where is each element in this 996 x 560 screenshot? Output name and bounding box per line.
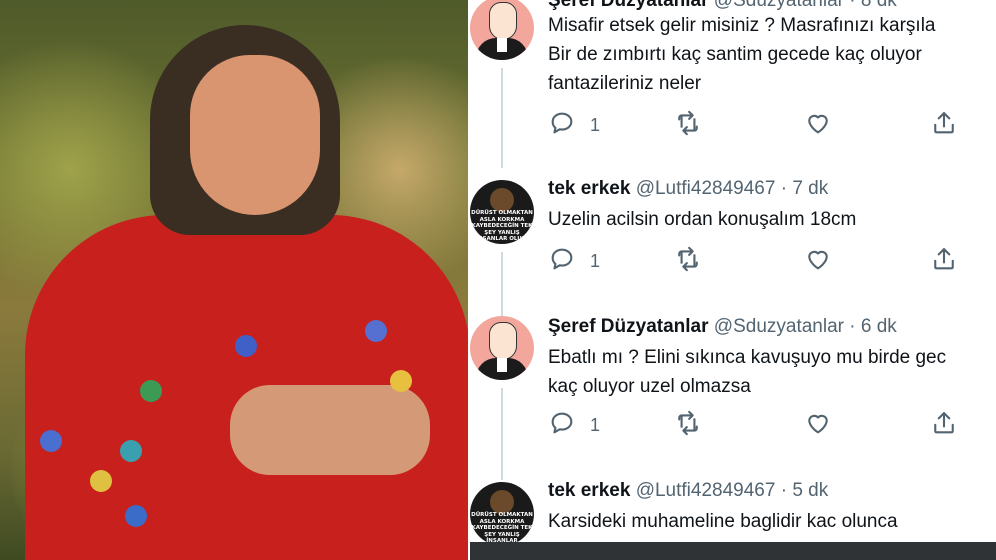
share-button[interactable] bbox=[930, 246, 958, 276]
tweet-header: tek erkek @Lutfi42849467 · 5 dk bbox=[548, 480, 828, 502]
tweet-text-line: kaç oluyor uzel olmazsa bbox=[548, 376, 751, 397]
tweet-text-line: Ebatlı mı ? Elini sıkınca kavuşuyo mu bi… bbox=[548, 347, 947, 368]
avatar[interactable] bbox=[470, 0, 534, 60]
avatar-caricature-collar bbox=[497, 358, 507, 372]
like-button[interactable] bbox=[804, 110, 832, 140]
tweet-actions: 1 bbox=[548, 246, 988, 276]
hands bbox=[230, 385, 430, 475]
retweet-button[interactable] bbox=[674, 410, 702, 440]
avatar-figure bbox=[490, 188, 514, 212]
retweet-icon bbox=[674, 409, 702, 442]
thread-line bbox=[501, 68, 503, 168]
tweet-header: tek erkek @Lutfi42849467 · 7 dk bbox=[548, 178, 828, 200]
avatar[interactable]: DÜRÜST OLMAKTAN ASLA KORKMA KAYBEDECEĞİN… bbox=[470, 180, 534, 244]
face bbox=[190, 55, 320, 215]
tweet-text-line: fantazileriniz neler bbox=[548, 73, 702, 94]
avatar-caricature-head bbox=[489, 2, 517, 40]
like-icon bbox=[804, 109, 832, 142]
tweet-text-line: Karsideki muhameline baglidir kac olunca bbox=[548, 511, 898, 532]
bottom-bar bbox=[470, 542, 996, 560]
like-icon bbox=[804, 409, 832, 442]
username[interactable]: @Sduzyatanlar bbox=[714, 316, 844, 337]
share-button[interactable] bbox=[930, 110, 958, 140]
reply-button[interactable]: 1 bbox=[548, 410, 600, 440]
reply-icon bbox=[548, 409, 576, 442]
share-icon bbox=[930, 245, 958, 278]
reply-icon bbox=[548, 109, 576, 142]
dress-flower bbox=[90, 470, 112, 492]
timestamp[interactable]: 5 dk bbox=[792, 480, 828, 501]
separator-dot: · bbox=[849, 0, 856, 11]
retweet-button[interactable] bbox=[674, 110, 702, 140]
timestamp[interactable]: 7 dk bbox=[792, 178, 828, 199]
dress-flower bbox=[120, 440, 142, 462]
retweet-icon bbox=[674, 109, 702, 142]
username[interactable]: @Lutfi42849467 bbox=[636, 178, 776, 199]
share-button[interactable] bbox=[930, 410, 958, 440]
display-name[interactable]: tek erkek bbox=[548, 480, 630, 501]
reply-button[interactable]: 1 bbox=[548, 246, 600, 276]
retweet-icon bbox=[674, 245, 702, 278]
dress-flower bbox=[140, 380, 162, 402]
reply-count: 1 bbox=[590, 250, 601, 271]
tweet-actions: 1 bbox=[548, 410, 988, 440]
separator-dot: · bbox=[780, 178, 788, 199]
dress-flower bbox=[235, 335, 257, 357]
avatar[interactable] bbox=[470, 316, 534, 380]
tweet-text-line: Uzelin acilsin ordan konuşalım 18cm bbox=[548, 209, 857, 230]
like-icon bbox=[804, 245, 832, 278]
username[interactable]: @Lutfi42849467 bbox=[636, 480, 776, 501]
username[interactable]: @Sduzyatanlar bbox=[714, 0, 844, 11]
retweet-button[interactable] bbox=[674, 246, 702, 276]
avatar-figure bbox=[490, 490, 514, 514]
dress-flower bbox=[390, 370, 412, 392]
display-name[interactable]: Şeref Düzyatanlar bbox=[548, 0, 709, 11]
thread-line bbox=[501, 252, 503, 318]
reply-icon bbox=[548, 245, 576, 278]
separator-dot: · bbox=[849, 316, 856, 337]
dress-flower bbox=[365, 320, 387, 342]
reply-count: 1 bbox=[590, 414, 601, 435]
tweet-text-line: Misafir etsek gelir misiniz ? Masrafınız… bbox=[548, 15, 936, 36]
dress-flower bbox=[125, 505, 147, 527]
avatar-caricature-head bbox=[489, 322, 517, 360]
reply-button[interactable]: 1 bbox=[548, 110, 600, 140]
share-icon bbox=[930, 409, 958, 442]
avatar-caricature-collar bbox=[497, 38, 507, 52]
like-button[interactable] bbox=[804, 410, 832, 440]
dress-flower bbox=[40, 430, 62, 452]
avatar-caption: DÜRÜST OLMAKTAN ASLA KORKMA KAYBEDECEĞİN… bbox=[471, 512, 533, 544]
meme-photo bbox=[0, 0, 468, 560]
reply-thread: Şeref Düzyatanlar @Sduzyatanlar · 8 dk M… bbox=[470, 0, 996, 560]
avatar[interactable]: DÜRÜST OLMAKTAN ASLA KORKMA KAYBEDECEĞİN… bbox=[470, 482, 534, 546]
share-icon bbox=[930, 109, 958, 142]
separator-dot: · bbox=[780, 480, 788, 501]
like-button[interactable] bbox=[804, 246, 832, 276]
thread-line bbox=[501, 388, 503, 480]
tweet-actions: 1 bbox=[548, 110, 988, 140]
tweet-header: Şeref Düzyatanlar @Sduzyatanlar · 6 dk bbox=[548, 316, 897, 338]
display-name[interactable]: Şeref Düzyatanlar bbox=[548, 316, 709, 337]
timestamp[interactable]: 6 dk bbox=[861, 316, 897, 337]
reply-count: 1 bbox=[590, 114, 601, 135]
timestamp[interactable]: 8 dk bbox=[861, 0, 897, 11]
tweet-text-line: Bir de zımbırtı kaç santim gecede kaç ol… bbox=[548, 44, 922, 65]
display-name[interactable]: tek erkek bbox=[548, 178, 630, 199]
avatar-caption: DÜRÜST OLMAKTAN ASLA KORKMA KAYBEDECEĞİN… bbox=[471, 210, 533, 242]
